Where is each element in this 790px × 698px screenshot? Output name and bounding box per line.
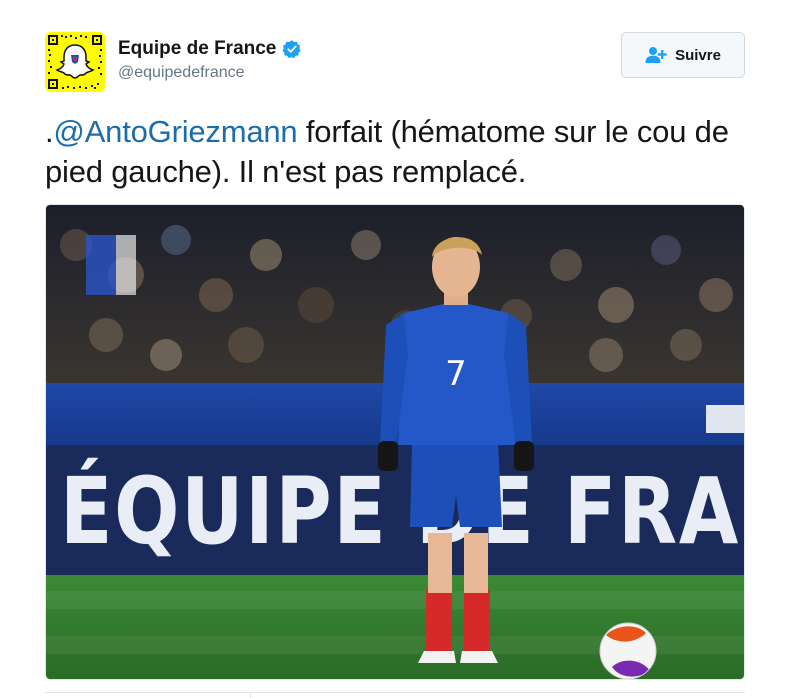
- follow-button[interactable]: Suivre: [621, 32, 745, 78]
- footer-separator: [250, 692, 251, 698]
- author-name[interactable]: Equipe de France: [118, 38, 276, 60]
- author-handle[interactable]: @equipedefrance: [118, 64, 302, 82]
- mention-link[interactable]: @AntoGriezmann: [53, 114, 297, 149]
- photo-scene: ÉQUIPE DE FRA: [46, 205, 744, 679]
- snapchat-ghost-icon[interactable]: [45, 32, 105, 92]
- jersey-number: 7: [445, 354, 467, 394]
- verified-badge-icon: [282, 40, 302, 59]
- banner-text: ÉQUIPE DE FRA: [60, 457, 740, 565]
- footer-divider: [45, 692, 745, 693]
- author-block: Equipe de France @equipedefrance: [118, 38, 302, 82]
- add-user-icon: [645, 47, 667, 63]
- tweet-header: Equipe de France @equipedefrance Suivre: [45, 30, 745, 94]
- follow-button-label: Suivre: [675, 46, 721, 64]
- soccer-ball-icon: [599, 622, 657, 679]
- tweet-text: .@AntoGriezmann forfait (hématome sur le…: [45, 112, 765, 192]
- tweet-photo[interactable]: ÉQUIPE DE FRA: [45, 204, 745, 680]
